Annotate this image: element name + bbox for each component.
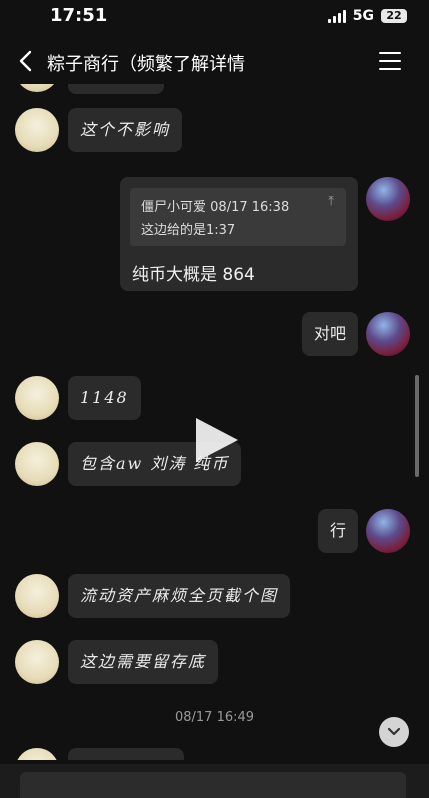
chat-header: 粽子商行（频繁了解详情 bbox=[0, 40, 429, 84]
quote-time: 08/17 16:38 bbox=[210, 200, 290, 215]
avatar[interactable] bbox=[15, 748, 59, 760]
scrollbar[interactable] bbox=[415, 375, 419, 477]
quoted-message[interactable]: 僵尸小可爱 08/17 16:38 这边给的是1:37 ⤒ bbox=[130, 188, 346, 246]
status-time: 17:51 bbox=[50, 5, 108, 26]
message-bubble[interactable]: 流动资产麻烦全页截个图 bbox=[68, 574, 291, 618]
menu-button[interactable] bbox=[379, 52, 401, 72]
chevron-down-icon bbox=[387, 727, 401, 736]
network-type: 5G bbox=[352, 8, 374, 24]
avatar[interactable] bbox=[15, 574, 59, 618]
status-bar: 17:51 5G 22 bbox=[0, 0, 429, 34]
message-bubble[interactable]: 行 bbox=[317, 509, 358, 553]
message-bubble[interactable]: 这边需要留存底 bbox=[68, 640, 219, 684]
avatar[interactable] bbox=[366, 177, 410, 221]
message-text: 纯币大概是 864 bbox=[132, 265, 255, 285]
avatar[interactable] bbox=[15, 640, 59, 684]
hamburger-menu-icon bbox=[379, 52, 401, 54]
battery-icon: 22 bbox=[381, 9, 407, 23]
status-icons: 5G 22 bbox=[327, 8, 407, 24]
message-bubble[interactable]: 对吧 bbox=[301, 312, 358, 356]
quote-sender: 僵尸小可爱 bbox=[141, 200, 207, 215]
scroll-down-button[interactable] bbox=[379, 717, 409, 747]
avatar[interactable] bbox=[366, 509, 410, 553]
message-bubble[interactable]: 这个不影响 bbox=[68, 108, 183, 152]
quote-message-bubble[interactable]: 僵尸小可爱 08/17 16:38 这边给的是1:37 ⤒ 纯币大概是 864 bbox=[120, 177, 358, 291]
avatar[interactable] bbox=[15, 376, 59, 420]
quote-text: 这边给的是1:37 bbox=[141, 223, 236, 238]
back-button[interactable] bbox=[16, 48, 38, 74]
play-icon[interactable] bbox=[196, 418, 238, 462]
signal-icon bbox=[327, 9, 346, 23]
message-bubble bbox=[68, 84, 164, 94]
quote-header: 僵尸小可爱 08/17 16:38 bbox=[141, 196, 289, 215]
avatar[interactable] bbox=[15, 108, 59, 152]
message-timestamp: 08/17 16:49 bbox=[174, 710, 255, 725]
avatar[interactable] bbox=[366, 312, 410, 356]
message-bubble[interactable] bbox=[68, 748, 184, 760]
arrow-up-icon[interactable]: ⤒ bbox=[328, 194, 334, 209]
message-input[interactable] bbox=[20, 772, 406, 798]
message-bubble[interactable]: 1148 bbox=[68, 376, 141, 420]
chat-title: 粽子商行（频繁了解详情 bbox=[47, 54, 245, 75]
input-bar bbox=[0, 764, 429, 798]
chevron-left-icon bbox=[19, 50, 32, 72]
avatar[interactable] bbox=[15, 84, 59, 92]
avatar[interactable] bbox=[15, 442, 59, 486]
